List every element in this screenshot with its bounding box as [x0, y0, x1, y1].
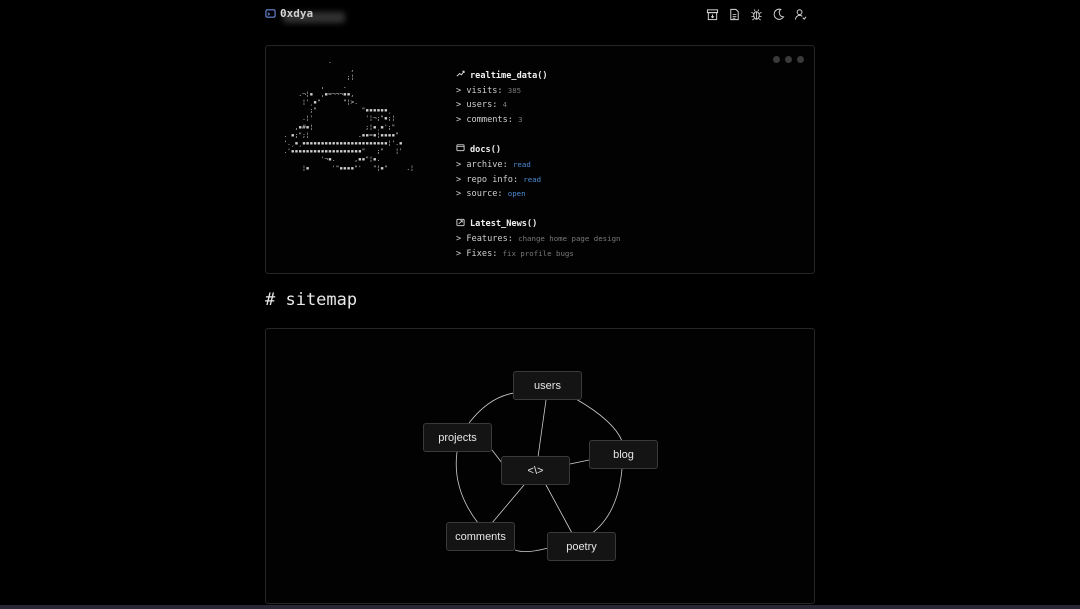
edge-comments-projects	[455, 451, 479, 524]
stat-value: 4	[502, 100, 508, 110]
archive-icon[interactable]	[706, 6, 719, 21]
section-title: # sitemap	[265, 290, 358, 310]
node-label: blog	[613, 448, 634, 461]
prompt-char: >	[456, 85, 462, 96]
document-icon[interactable]	[728, 6, 741, 21]
stat-row-users: > users: 4	[456, 98, 620, 113]
doc-label: repo info:	[466, 174, 519, 185]
window-dot	[797, 56, 804, 63]
trend-icon	[456, 69, 465, 84]
node-comments[interactable]: comments	[446, 522, 515, 551]
doc-label: archive:	[466, 159, 508, 170]
edge-center-users	[537, 399, 547, 458]
stat-value: 3	[518, 114, 523, 124]
node-users[interactable]: users	[513, 371, 582, 400]
node-label: poetry	[566, 540, 597, 553]
stat-row-comments: > comments: 3	[456, 113, 620, 128]
folder-icon	[456, 143, 465, 158]
stats-card: . , ;¦ , . .¬¦▪ ,▪=¬¬¬▪▪, ¦'¸▪" "¦>. ;" …	[265, 45, 815, 274]
stat-label: users:	[466, 100, 498, 111]
nav-icons	[706, 6, 807, 21]
sitemap-card: users projects <\> blog comments poetry	[265, 328, 815, 604]
window-dots	[773, 56, 804, 63]
source-open-link[interactable]: open	[508, 189, 526, 198]
news-title: Latest_News()	[470, 219, 538, 230]
bug-icon[interactable]	[750, 6, 763, 21]
bottom-bar	[0, 605, 1080, 609]
user-icon[interactable]	[794, 6, 807, 20]
news-row-fixes: > Fixes: fix profile bugs	[456, 247, 620, 262]
prompt-char: >	[456, 159, 462, 170]
news-label: Fixes:	[466, 248, 498, 259]
doc-row-repo: > repo info: read	[456, 173, 620, 188]
edge-center-poetry	[545, 484, 573, 534]
edge-users-blog	[575, 398, 623, 442]
news-label: Features:	[466, 234, 513, 245]
window-dot	[785, 56, 792, 63]
edge-center-blog	[569, 459, 590, 465]
prompt-char: >	[456, 174, 462, 185]
docs-heading: docs()	[456, 143, 620, 158]
edge-center-comments	[491, 484, 525, 524]
realtime-title: realtime_data()	[470, 70, 548, 81]
info-panel: realtime_data() > visits: 385 > users: 4…	[456, 69, 620, 262]
prompt-char: >	[456, 100, 462, 111]
node-projects[interactable]: projects	[423, 423, 492, 452]
repo-info-read-link[interactable]: read	[523, 175, 541, 184]
stat-value: 385	[507, 85, 522, 95]
node-label: <\>	[527, 464, 544, 477]
stat-label: comments:	[466, 114, 513, 125]
prompt-char: >	[456, 114, 462, 125]
blurred-subtitle	[283, 12, 345, 23]
node-label: projects	[438, 431, 477, 444]
edge-blog-poetry	[590, 468, 623, 535]
stat-row-visits: > visits: 385	[456, 84, 620, 99]
doc-label: source:	[466, 189, 503, 200]
news-row-features: > Features: change home page design	[456, 232, 620, 247]
ascii-art: . , ;¦ , . .¬¦▪ ,▪=¬¬¬▪▪, ¦'¸▪" "¦>. ;" …	[276, 58, 436, 208]
stat-label: visits:	[466, 85, 503, 96]
terminal-icon	[265, 8, 276, 19]
prompt-char: >	[456, 234, 462, 245]
moon-icon[interactable]	[772, 6, 785, 20]
edge-projects-users	[468, 392, 515, 424]
top-bar: 0xdya	[265, 0, 815, 30]
news-icon	[456, 218, 465, 233]
news-heading: Latest_News()	[456, 218, 620, 233]
node-blog[interactable]: blog	[589, 440, 658, 469]
doc-row-archive: > archive: read	[456, 158, 620, 173]
realtime-heading: realtime_data()	[456, 69, 620, 84]
prompt-char: >	[456, 248, 462, 259]
window-dot	[773, 56, 780, 63]
doc-row-source: > source: open	[456, 187, 620, 202]
edge-poetry-comments	[514, 547, 549, 552]
brand[interactable]: 0xdya	[265, 7, 345, 23]
node-poetry[interactable]: poetry	[547, 532, 616, 561]
archive-read-link[interactable]: read	[513, 160, 531, 169]
docs-title: docs()	[470, 144, 502, 155]
node-label: users	[534, 379, 561, 392]
news-value: change home page design	[518, 234, 621, 244]
node-center[interactable]: <\>	[501, 456, 570, 485]
ascii-art-text: . , ;¦ , . .¬¦▪ ,▪=¬¬¬▪▪, ¦'¸▪" "¦>. ;" …	[283, 58, 414, 172]
prompt-char: >	[456, 189, 462, 200]
news-value: fix profile bugs	[502, 248, 574, 258]
node-label: comments	[455, 530, 506, 543]
